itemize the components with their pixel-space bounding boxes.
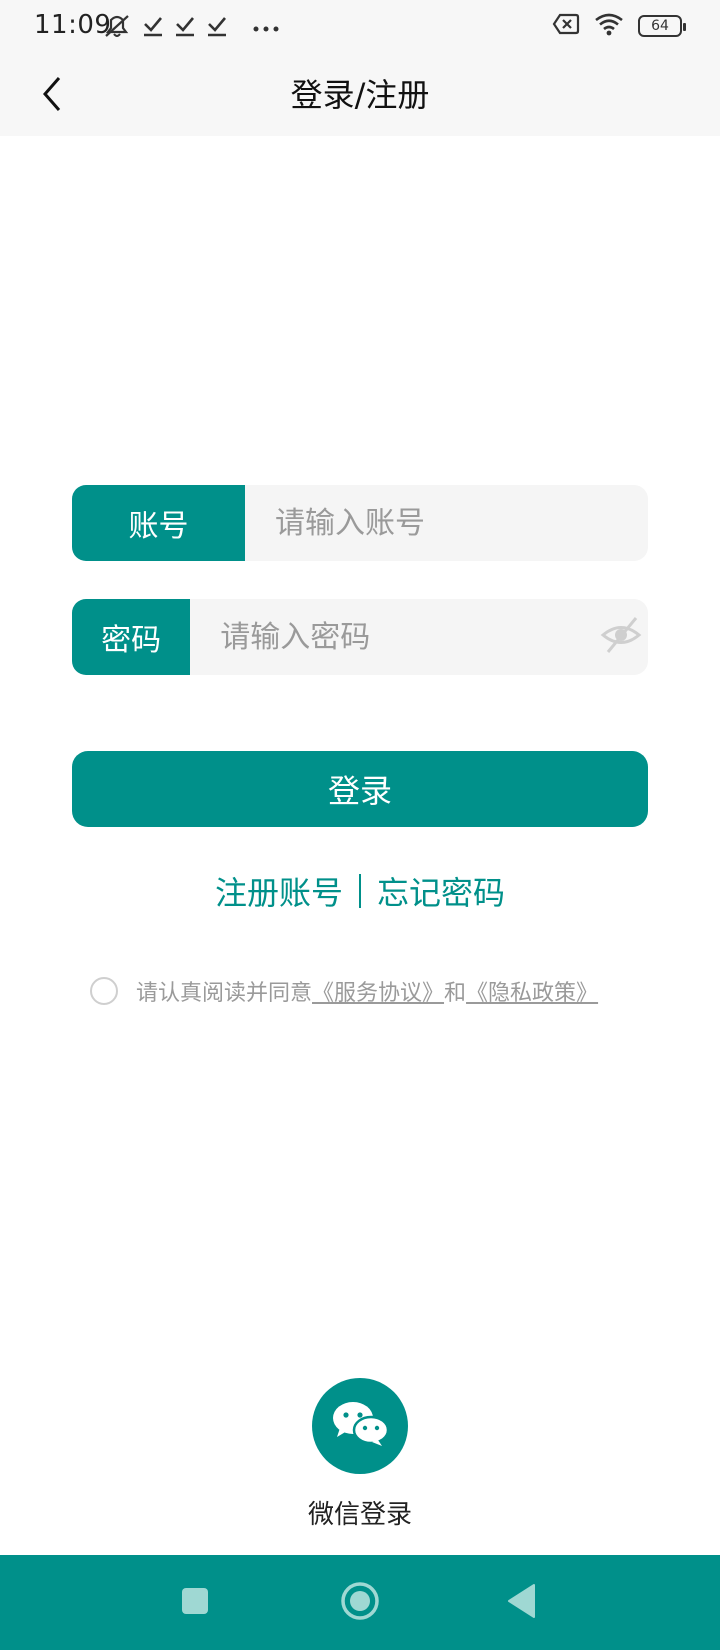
- status-time: 11:09: [34, 10, 112, 40]
- links-divider: [359, 874, 361, 908]
- wechat-login-circle[interactable]: [312, 1378, 408, 1474]
- login-button[interactable]: 登录: [72, 751, 648, 827]
- back-nav-button[interactable]: [496, 1577, 548, 1629]
- back-triangle-icon: [506, 1583, 538, 1623]
- check-icon: [174, 14, 196, 42]
- home-icon: [339, 1580, 381, 1626]
- account-links: 注册账号 忘记密码: [0, 868, 720, 914]
- wechat-login-label: 微信登录: [307, 1500, 412, 1530]
- service-agreement-link[interactable]: 《服务协议》: [312, 975, 444, 1007]
- password-input[interactable]: [190, 599, 594, 675]
- eye-off-icon: [600, 614, 642, 660]
- account-label: 账号: [72, 485, 245, 561]
- wechat-login-button[interactable]: 微信登录: [0, 1378, 720, 1531]
- check-icon: [206, 14, 228, 42]
- password-field: 密码: [72, 599, 648, 675]
- status-bar: 11:09 64: [0, 0, 720, 54]
- battery-icon: 64: [638, 15, 686, 37]
- forgot-password-link[interactable]: 忘记密码: [377, 868, 505, 914]
- register-link[interactable]: 注册账号: [215, 868, 343, 914]
- privacy-policy-link[interactable]: 《隐私政策》: [466, 975, 598, 1007]
- wifi-icon: [594, 12, 624, 40]
- check-icon: [142, 14, 164, 42]
- home-button[interactable]: [334, 1577, 386, 1629]
- agree-checkbox[interactable]: [90, 977, 118, 1005]
- status-right-icons: 64: [552, 12, 686, 40]
- wechat-icon: [330, 1400, 390, 1452]
- password-label: 密码: [72, 599, 191, 675]
- page-title: 登录/注册: [290, 76, 430, 114]
- status-left-icons: [102, 12, 280, 44]
- agreement-text: 请认真阅读并同意: [136, 981, 313, 1006]
- agreement-and: 和: [444, 981, 467, 1006]
- app-bar: 登录/注册: [0, 54, 720, 136]
- account-input[interactable]: [245, 485, 648, 561]
- agreement-row: 请认真阅读并同意 《服务协议》 和 《隐私政策》: [90, 975, 598, 1007]
- recent-apps-icon: [180, 1586, 210, 1620]
- recent-apps-button[interactable]: [169, 1577, 221, 1629]
- system-nav-bar: [0, 1555, 720, 1650]
- mute-icon: [102, 12, 132, 44]
- account-field: 账号: [72, 485, 648, 561]
- no-sim-icon: [552, 12, 580, 40]
- password-visibility-toggle[interactable]: [593, 599, 648, 675]
- more-dots-icon: [252, 19, 280, 38]
